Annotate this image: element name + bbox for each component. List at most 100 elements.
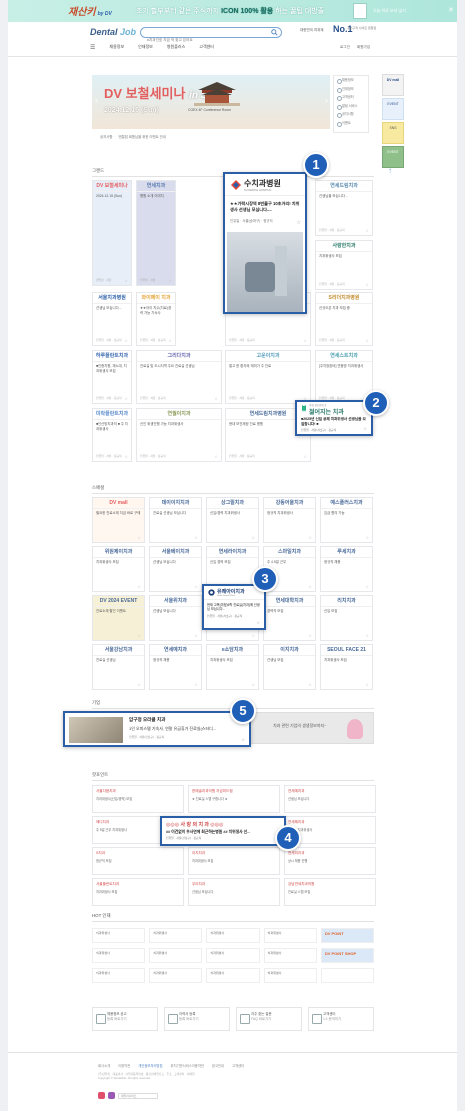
nav-item-support[interactable]: 고객센터 xyxy=(199,44,214,54)
job-card[interactable]: 연세드림치과 선생님을 모십니다... 인유일 · 서울 · 정규직 ☆ xyxy=(315,180,373,236)
blog-icon[interactable] xyxy=(108,1092,115,1099)
job-card[interactable]: DV 2024 EVENT 진료소재 할인 이벤트 ☆ xyxy=(92,595,145,641)
footer-link[interactable]: 개인정보처리방침 xyxy=(138,1063,162,1068)
hero-banner[interactable]: DV 보철세미나 in Seoul 2024.12.15 (Sun) COEX … xyxy=(92,75,244,129)
youtube-icon[interactable] xyxy=(98,1092,105,1099)
job-card[interactable]: 예스플러스치과 임금 협의 가능 ☆ xyxy=(320,497,373,543)
footer-link[interactable]: 회사소개 xyxy=(98,1063,110,1068)
dv-point-ad[interactable] xyxy=(320,968,375,983)
hot-point-card[interactable]: 연세예치과 선생님 모십니다 xyxy=(284,785,376,813)
favorite-star-icon[interactable]: ☆ xyxy=(303,338,307,343)
favorite-star-icon[interactable]: ☆ xyxy=(137,535,141,540)
talent-item[interactable]: 치과위생사 xyxy=(149,968,203,983)
hot-point-card[interactable]: 연세미치과 상시 채용 진행 xyxy=(284,847,376,875)
talent-item[interactable]: 치과위생사 xyxy=(206,928,260,943)
favorite-star-icon[interactable]: ☆ xyxy=(365,338,369,343)
job-card[interactable]: 미락플란트치과 ■인산방치과의 ■ 주 치과위생사 인유일 · 서울 · 정규직 ☆ xyxy=(92,408,132,462)
side-ad-dvmall[interactable]: DV mall xyxy=(382,74,404,96)
favorite-star-icon[interactable]: ☆ xyxy=(137,584,141,589)
job-card[interactable]: 하루플란트치과 ■인증치원, 재노대, 치과위생사 모집 인유일 · 서울 · 정규… xyxy=(92,350,132,404)
favorite-star-icon[interactable]: ☆ xyxy=(363,426,367,431)
callout-card-4[interactable]: ◎◎◎ 사 랑 의 치 과 ◎◎◎ ## 이건없이 우사연에 최근하는병원 ##… xyxy=(160,816,286,846)
favorite-star-icon[interactable]: ☆ xyxy=(137,682,141,687)
talent-item[interactable]: 치과위생사 xyxy=(206,968,260,983)
login-link[interactable]: 로그인 xyxy=(340,45,350,50)
job-card[interactable]: 서울베이치과 선생님 모십니다 ☆ xyxy=(149,546,202,592)
quick-menu-item[interactable]: 이벤트 xyxy=(334,119,368,128)
favorite-star-icon[interactable]: ☆ xyxy=(124,396,128,401)
top-banner[interactable]: 재산키 by DV 초기 할부부터 같은 주식까지 ICON 100% 활용 하는… xyxy=(8,0,457,22)
favorite-star-icon[interactable]: ☆ xyxy=(137,633,141,638)
favorite-star-icon[interactable]: ☆ xyxy=(251,682,255,687)
job-card[interactable]: 서울위치과 선생님 모십니다 ☆ xyxy=(149,595,202,641)
callout-card-1[interactable]: 수치과병원 SU DENTAL HOSPITAL ★★가락시장역 8번출구 10… xyxy=(223,172,307,314)
signup-link[interactable]: 회원가입 xyxy=(357,45,370,50)
shortcut-faq[interactable]: 자주 찾는 질문 FAQ 바로가기 xyxy=(236,1007,302,1031)
favorite-star-icon[interactable]: ☆ xyxy=(168,338,172,343)
favorite-star-icon[interactable]: ☆ xyxy=(124,454,128,459)
favorite-star-icon[interactable]: ☆ xyxy=(194,584,198,589)
hero-prev-icon[interactable]: ‹ xyxy=(95,95,98,105)
favorite-star-icon[interactable]: ☆ xyxy=(303,454,307,459)
favorite-star-icon[interactable]: ☆ xyxy=(365,584,369,589)
talent-item[interactable]: 치과위생사 xyxy=(92,928,146,943)
favorite-star-icon[interactable]: ☆ xyxy=(251,633,255,638)
talent-item[interactable]: 치과위생사 xyxy=(263,968,317,983)
job-card[interactable]: 상그릴치과 신입/경력 치과위생사 ☆ xyxy=(206,497,259,543)
footer-link[interactable]: 이용약관 xyxy=(118,1063,130,1068)
job-card[interactable]: 연월이치과 신인 위생진행 가능 치과위생사 인유일 · 서울 · 정규직 ☆ xyxy=(136,408,222,462)
quick-menu-item[interactable]: 공지사항 xyxy=(334,110,368,119)
favorite-star-icon[interactable]: ☆ xyxy=(365,682,369,687)
search-box[interactable] xyxy=(140,27,282,45)
hot-point-card[interactable]: 우리치과 선생님 모십니다 xyxy=(188,878,280,906)
favorite-star-icon[interactable]: ☆ xyxy=(194,535,198,540)
favorite-star-icon[interactable]: ☆ xyxy=(308,535,312,540)
menu-icon[interactable]: ☰ xyxy=(90,44,95,54)
side-ad-promo[interactable]: EVENT xyxy=(382,146,404,168)
callout-card-5[interactable]: 압구정 오라클 치과 1인 오피스텔 기숙사, 연말 유급휴가 진료실(스터디.… xyxy=(63,711,251,747)
job-card[interactable]: 그리다치과 진료실 및 도시지역 주요 진료실 선생님 인유일 · 서울 · 정규직… xyxy=(136,350,222,404)
side-ad-sns[interactable]: SNS xyxy=(382,122,404,144)
family-site-select[interactable]: 패밀리사이트 xyxy=(118,1093,158,1099)
favorite-star-icon[interactable]: ☆ xyxy=(256,620,260,625)
job-card[interactable]: 이지치과 선생님 모집 ☆ xyxy=(263,644,316,690)
favorite-star-icon[interactable]: ☆ xyxy=(308,584,312,589)
job-card[interactable]: 위원제이치과 치과위생사 모집 ☆ xyxy=(92,546,145,592)
favorite-star-icon[interactable]: ☆ xyxy=(251,535,255,540)
shortcut-resume[interactable]: 이력서 등록 등록 바로가기 xyxy=(164,1007,230,1031)
favorite-star-icon[interactable]: ☆ xyxy=(365,535,369,540)
callout-card-2[interactable]: 이제, 당신만의 곳 젊어지는 치과 ■2025년 신입 공채 치과위생사 선생… xyxy=(295,400,373,436)
job-card[interactable]: S리더치과병원 신규오픈 치과 모집 중 인유일 · 서울 · 정규직 ☆ xyxy=(315,292,373,346)
favorite-star-icon[interactable]: ☆ xyxy=(214,454,218,459)
banner-dismiss-link[interactable]: 오늘 하루 보지 않기 xyxy=(373,8,406,14)
hot-point-card[interactable]: 서울다음치과 치과위생사(신입/경력) 모집 xyxy=(92,785,184,813)
job-card[interactable]: 리치치과 신입 모집 ☆ xyxy=(320,595,373,641)
job-card[interactable]: 와이페이 치과 ★★아이 치수(치료)경력 가능 기숙사 인유일 · 서울 · 정규… xyxy=(136,292,176,346)
favorite-star-icon[interactable]: ☆ xyxy=(365,228,369,233)
company-banner[interactable]: 치과 관련 기업의 생생정보까지~ xyxy=(250,712,374,744)
hero-caption-text[interactable]: 덴탈잡 회원님을 위한 이벤트 안내 xyxy=(118,134,165,139)
job-card[interactable]: 연세치과 병원 소개 이미지 인유일 · 서울 ☆ xyxy=(136,180,176,286)
hero-next-icon[interactable]: › xyxy=(325,95,328,105)
job-card[interactable]: 연세대학치과 경력직 모집 ☆ xyxy=(263,595,316,641)
talent-item[interactable]: 치과위생사 xyxy=(263,928,317,943)
favorite-star-icon[interactable]: ☆ xyxy=(308,682,312,687)
job-card[interactable]: SEOUL FACE 21 치과위생사 모집 ☆ xyxy=(320,644,373,690)
job-card[interactable]: 강동어울치과 정규직 치과위생사 ☆ xyxy=(263,497,316,543)
talent-item[interactable]: 치과위생사 xyxy=(263,948,317,963)
favorite-star-icon[interactable]: ☆ xyxy=(241,737,245,742)
job-card[interactable]: 데이이지치과 진료실 선생님 모십니다 ☆ xyxy=(149,497,202,543)
talent-item[interactable]: 치과위생사 xyxy=(92,948,146,963)
nav-item-hospital-plus[interactable]: 병원플러스 xyxy=(167,44,185,54)
hot-point-card[interactable]: 강남연세치과의원 진료실 스텝 모집 xyxy=(284,878,376,906)
job-card[interactable]: 루세치과 정규직 채용 ☆ xyxy=(320,546,373,592)
favorite-star-icon[interactable]: ☆ xyxy=(308,633,312,638)
job-card[interactable]: 서울강남치과 진료실 선생님 ☆ xyxy=(92,644,145,690)
callout-card-3[interactable]: 유쾌아이치과 Smile Dental Clinic 현재 고목(미정)5학 진… xyxy=(202,584,266,630)
hero-banner-next-slide[interactable] xyxy=(244,75,330,129)
hot-point-card[interactable]: S치과 정규직 모집 xyxy=(92,847,184,875)
favorite-star-icon[interactable]: ☆ xyxy=(194,633,198,638)
favorite-star-icon[interactable]: ☆ xyxy=(365,282,369,287)
talent-item[interactable]: 치과위생사 xyxy=(206,948,260,963)
hero-caption-label[interactable]: 공지사항 xyxy=(100,134,112,139)
